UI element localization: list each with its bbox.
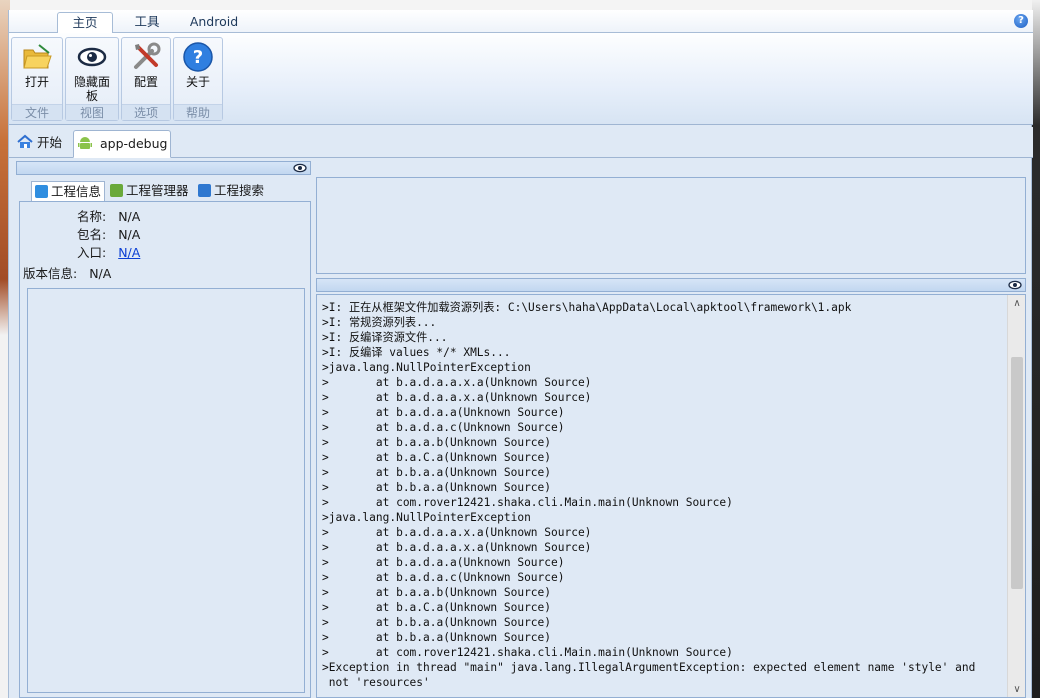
doc-tab-app-debug-label: app-debug [99, 136, 168, 151]
open-button[interactable]: 打开 [13, 39, 61, 103]
group-label-help: 帮助 [174, 104, 222, 120]
tab-project-info-label: 工程信息 [51, 184, 102, 199]
config-button-label: 配置 [133, 75, 158, 89]
log-line: >I: 反编译 values */* XMLs... [322, 346, 511, 359]
info-icon [35, 185, 48, 198]
log-panel: >I: 正在从框架文件加载资源列表: C:\Users\haha\AppData… [316, 278, 1026, 698]
log-line: > at b.a.d.a.c(Unknown Source) [322, 421, 565, 434]
ribbon-tab-tools[interactable]: 工具 [123, 12, 171, 34]
android-icon [110, 184, 123, 197]
about-button[interactable]: ? 关于 [175, 39, 221, 103]
folder-open-icon [23, 44, 52, 69]
log-line: > at b.a.d.a.a.x.a(Unknown Source) [322, 526, 592, 539]
tools-icon [134, 42, 161, 69]
log-line: > at com.rover12421.shaka.cli.Main.main(… [322, 496, 733, 509]
eye-icon[interactable] [1008, 280, 1022, 290]
doc-tab-start[interactable]: 开始 [15, 130, 73, 158]
entry-link[interactable]: N/A [118, 245, 140, 260]
log-scrollbar[interactable]: ∧ ∨ [1007, 295, 1025, 697]
tab-project-manager-label: 工程管理器 [126, 183, 189, 198]
about-button-label: 关于 [185, 75, 210, 89]
tab-project-search-label: 工程搜索 [214, 183, 265, 198]
log-line: > at b.a.a.b(Unknown Source) [322, 436, 552, 449]
package-label: 包名: [77, 227, 107, 242]
panel-header-bar [16, 161, 311, 175]
config-button[interactable]: 配置 [123, 39, 169, 103]
name-label: 名称: [77, 209, 107, 224]
log-line: > at b.a.d.a.c(Unknown Source) [322, 571, 565, 584]
log-line: > at com.rover12421.shaka.cli.Main.main(… [322, 646, 733, 659]
ribbon-group-view: 隐藏面 板 视图 [65, 37, 119, 121]
hide-panel-button-label: 隐藏面 板 [73, 75, 110, 103]
chevron-down-icon[interactable]: ∨ [1012, 685, 1022, 695]
ribbon-group-options: 配置 选项 [121, 37, 171, 121]
log-line: not 'resources' [322, 676, 430, 689]
ribbon-tab-android[interactable]: Android [181, 12, 247, 34]
preview-box [316, 177, 1026, 274]
search-icon [198, 184, 211, 197]
log-line: > at b.b.a.a(Unknown Source) [322, 481, 552, 494]
tab-project-search[interactable]: 工程搜索 [195, 181, 271, 202]
scrollbar-thumb[interactable] [1011, 357, 1023, 589]
log-line: > at b.a.C.a(Unknown Source) [322, 451, 552, 464]
log-line: > at b.a.d.a.a(Unknown Source) [322, 406, 565, 419]
log-line: > at b.a.d.a.a.x.a(Unknown Source) [322, 541, 592, 554]
log-line: > at b.b.a.a(Unknown Source) [322, 631, 552, 644]
open-button-label: 打开 [24, 75, 49, 89]
log-line: >java.lang.NullPointerException [322, 361, 531, 374]
log-line: > at b.b.a.a(Unknown Source) [322, 616, 552, 629]
entry-label: 入口: [77, 245, 107, 260]
svg-text:?: ? [193, 47, 203, 68]
help-icon[interactable]: ? [1014, 14, 1028, 28]
log-line: > at b.b.a.a(Unknown Source) [322, 466, 552, 479]
eye-icon [77, 47, 107, 67]
ribbon-group-file: 打开 文件 [11, 37, 63, 121]
version-label: 版本信息: [23, 266, 78, 281]
group-label-view: 视图 [66, 104, 118, 120]
log-line: > at b.a.d.a.a(Unknown Source) [322, 556, 565, 569]
question-icon: ? [183, 42, 213, 72]
log-output[interactable]: >I: 正在从框架文件加载资源列表: C:\Users\haha\AppData… [316, 294, 1026, 698]
log-line: > at b.a.C.a(Unknown Source) [322, 601, 552, 614]
log-text: >I: 正在从框架文件加载资源列表: C:\Users\haha\AppData… [322, 300, 1002, 690]
tab-project-manager[interactable]: 工程管理器 [107, 181, 193, 202]
project-info-panel: 工程信息 工程管理器 工程搜索 名称: N/A 包名: N/A 入口: N/A [16, 161, 311, 698]
preview-panel [316, 161, 1026, 275]
group-label-file: 文件 [12, 104, 62, 120]
app-window: 主页 工具 Android ? 打开 文件 隐藏面 板 视图 配置 选项 ? 关… [8, 10, 1033, 698]
document-tab-bar: 开始 app-debug [9, 127, 1033, 158]
project-info-box: 名称: N/A 包名: N/A 入口: N/A 版本信息: N/A [19, 201, 311, 698]
ribbon-body: 打开 文件 隐藏面 板 视图 配置 选项 ? 关于 帮助 [9, 33, 1033, 125]
log-line: > at b.a.d.a.a.x.a(Unknown Source) [322, 376, 592, 389]
log-line: >Exception in thread "main" java.lang.Il… [322, 661, 976, 674]
doc-tab-start-label: 开始 [36, 135, 62, 150]
log-line: >I: 正在从框架文件加载资源列表: C:\Users\haha\AppData… [322, 301, 852, 314]
desktop-background-top [0, 0, 1040, 10]
hide-panel-button[interactable]: 隐藏面 板 [67, 39, 117, 103]
log-line: >I: 常规资源列表... [322, 316, 437, 329]
ribbon-group-help: ? 关于 帮助 [173, 37, 223, 121]
log-header-bar [316, 278, 1026, 292]
chevron-up-icon[interactable]: ∧ [1012, 299, 1022, 309]
log-line: >java.lang.NullPointerException [322, 511, 531, 524]
desktop-background-right [1032, 0, 1040, 698]
version-info-list[interactable] [27, 288, 305, 693]
log-line: > at b.a.a.b(Unknown Source) [322, 586, 552, 599]
ribbon-tab-bar: 主页 工具 Android ? [9, 10, 1033, 34]
log-line: >I: 反编译资源文件... [322, 331, 448, 344]
home-icon [17, 134, 33, 148]
version-value: N/A [89, 266, 112, 281]
android-icon [78, 137, 92, 149]
eye-icon[interactable] [293, 163, 307, 173]
tab-project-info[interactable]: 工程信息 [31, 181, 105, 202]
doc-tab-app-debug[interactable]: app-debug [73, 130, 171, 158]
log-line: > at b.a.d.a.a.x.a(Unknown Source) [322, 391, 592, 404]
package-value: N/A [118, 227, 141, 242]
group-label-options: 选项 [122, 104, 170, 120]
ribbon-tab-home[interactable]: 主页 [57, 12, 113, 34]
name-value: N/A [118, 209, 141, 224]
